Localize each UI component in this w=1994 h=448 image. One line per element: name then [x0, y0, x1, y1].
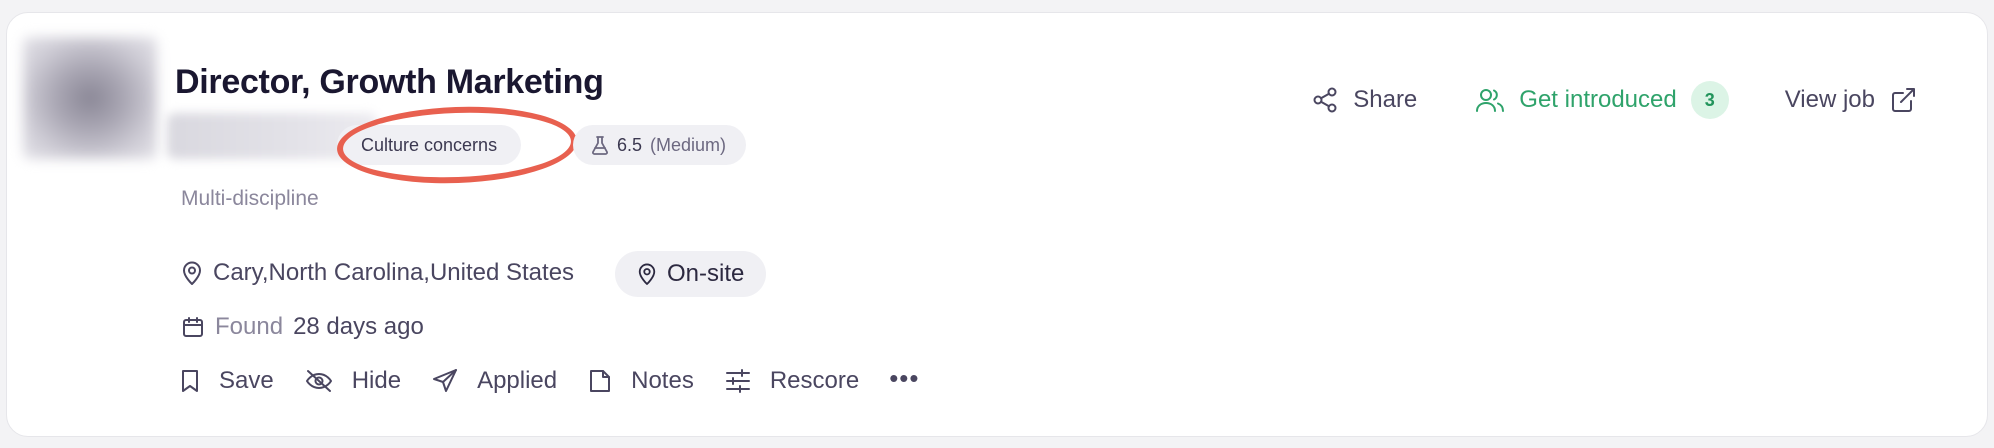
get-introduced-button[interactable]: Get introduced 3	[1475, 81, 1729, 119]
more-options-button[interactable]: •••	[889, 363, 919, 394]
eye-off-icon	[304, 368, 334, 394]
save-label: Save	[219, 367, 274, 394]
location-text: Cary,North Carolina,United States	[213, 259, 575, 286]
job-category: Multi-discipline	[181, 187, 319, 210]
share-label: Share	[1353, 86, 1418, 113]
score-badge: 6.5 (Medium)	[573, 125, 747, 165]
rescore-button[interactable]: Rescore	[724, 367, 859, 395]
share-button[interactable]: Share	[1311, 86, 1417, 114]
score-level: (Medium)	[650, 134, 727, 155]
notes-label: Notes	[631, 367, 694, 394]
view-job-label: View job	[1784, 86, 1875, 113]
work-mode-badge: On-site	[615, 251, 767, 297]
found-value: 28 days ago	[293, 313, 424, 340]
job-actions: Save Hide Applied Notes Rescore •••	[179, 363, 920, 395]
map-pin-icon	[181, 260, 203, 286]
notes-button[interactable]: Notes	[587, 367, 694, 395]
send-icon	[431, 368, 459, 394]
work-mode-text: On-site	[667, 260, 745, 287]
job-card: Director, Growth Marketing Culture conce…	[6, 12, 1988, 437]
view-job-link[interactable]: View job	[1785, 86, 1917, 114]
get-introduced-label: Get introduced	[1519, 86, 1677, 113]
calendar-icon	[181, 315, 205, 339]
found-date: Found 28 days ago	[181, 313, 424, 341]
note-icon	[587, 368, 613, 394]
hide-button[interactable]: Hide	[304, 367, 401, 395]
bookmark-icon	[179, 368, 201, 394]
share-icon	[1311, 86, 1339, 114]
job-location: Cary,North Carolina,United States	[181, 259, 574, 287]
job-title[interactable]: Director, Growth Marketing	[175, 63, 604, 102]
save-button[interactable]: Save	[179, 367, 274, 395]
flask-icon	[591, 135, 609, 155]
applied-button[interactable]: Applied	[431, 367, 557, 395]
users-icon	[1475, 86, 1505, 114]
intro-count-badge: 3	[1690, 81, 1729, 119]
sliders-icon	[724, 368, 752, 394]
score-value: 6.5	[617, 134, 643, 155]
hide-label: Hide	[351, 367, 402, 394]
rescore-label: Rescore	[769, 367, 860, 394]
company-logo	[23, 37, 157, 159]
found-label: Found	[215, 313, 284, 340]
external-link-icon	[1889, 86, 1917, 114]
applied-label: Applied	[477, 367, 558, 394]
map-pin-icon	[637, 262, 657, 286]
top-actions: Share Get introduced 3 View job	[1311, 81, 1917, 119]
